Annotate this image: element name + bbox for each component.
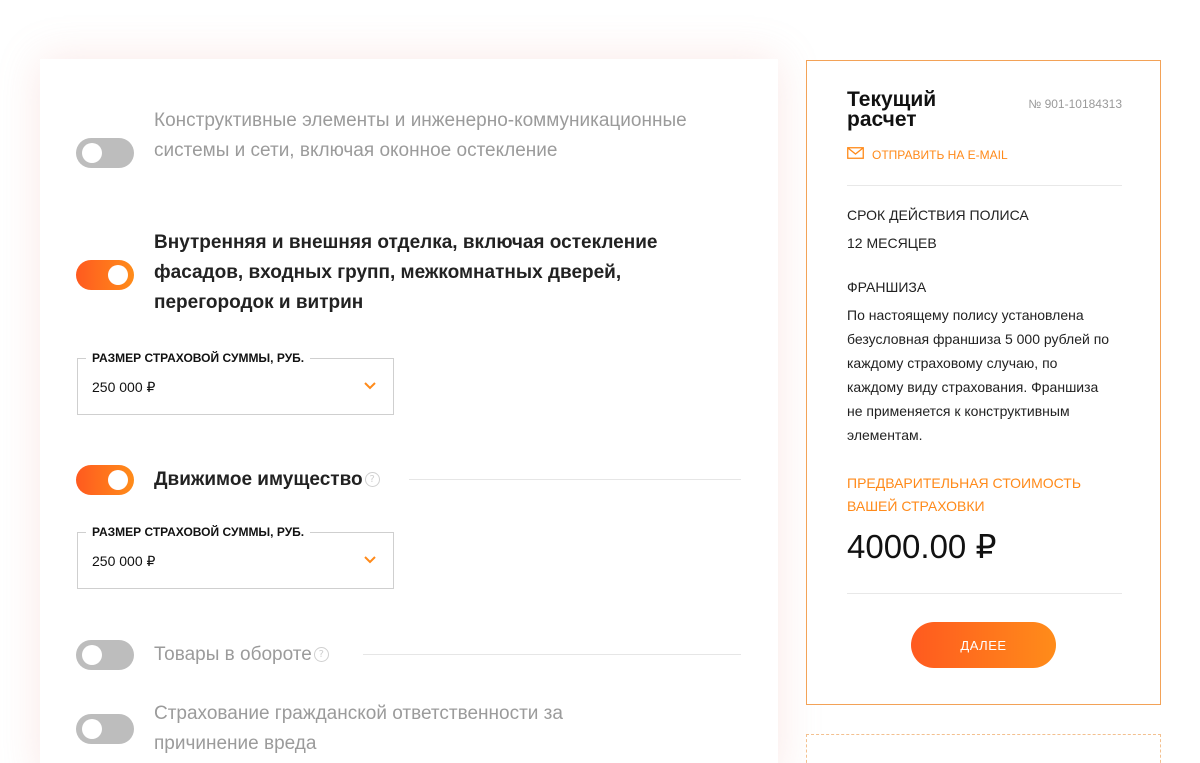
sum-select-legend: РАЗМЕР СТРАХОВОЙ СУММЫ, РУБ.	[86, 351, 311, 365]
toggle-structural-elements[interactable]	[76, 138, 134, 168]
next-button[interactable]: ДАЛЕЕ	[911, 622, 1056, 668]
option-label-finishing: Внутренняя и внешняя отделка, включая ос…	[154, 232, 658, 313]
toggle-knob	[82, 719, 102, 739]
panel-title: Текущий расчет	[847, 88, 937, 131]
chevron-down-icon	[363, 553, 377, 567]
help-icon[interactable]: ?	[313, 647, 329, 663]
chevron-down-icon	[363, 379, 377, 393]
calculation-number: № 901-10184313	[1028, 97, 1122, 111]
toggle-knob	[82, 645, 102, 665]
send-email-label: ОТПРАВИТЬ НА E-MAIL	[872, 147, 1008, 162]
toggle-movable-property[interactable]	[76, 465, 134, 495]
toggle-goods-in-turnover[interactable]	[76, 640, 134, 670]
send-email-link[interactable]: ОТПРАВИТЬ НА E-MAIL	[847, 147, 1008, 162]
policy-term-value: 12 МЕСЯЦЕВ	[847, 235, 937, 251]
toggle-civil-liability[interactable]	[76, 714, 134, 744]
sum-select-legend: РАЗМЕР СТРАХОВОЙ СУММЫ, РУБ.	[86, 525, 311, 539]
envelope-icon	[847, 147, 864, 162]
option-goods-in-turnover: Товары в обороте?	[154, 640, 329, 670]
franchise-text: По настоящему полису установлена безусло…	[847, 307, 1110, 443]
option-label-movable-property: Движимое имущество	[154, 469, 363, 490]
option-movable-property: Движимое имущество?	[154, 465, 380, 495]
divider	[409, 479, 741, 480]
secondary-panel	[806, 734, 1161, 763]
toggle-knob	[108, 265, 128, 285]
divider	[847, 593, 1122, 594]
sum-select-value: 250 000 ₽	[92, 553, 156, 569]
price-value: 4000.00 ₽	[847, 528, 997, 565]
divider	[363, 654, 741, 655]
coverage-options-card: Конструктивные элементы и инженерно-комм…	[40, 59, 778, 763]
sum-select-finishing[interactable]: РАЗМЕР СТРАХОВОЙ СУММЫ, РУБ. 250 000 ₽	[77, 351, 394, 415]
policy-term-heading: СРОК ДЕЙСТВИЯ ПОЛИСА	[847, 207, 1029, 223]
toggle-finishing[interactable]	[76, 260, 134, 290]
toggle-knob	[82, 143, 102, 163]
sum-select-movable-property[interactable]: РАЗМЕР СТРАХОВОЙ СУММЫ, РУБ. 250 000 ₽	[77, 525, 394, 589]
sum-select-value: 250 000 ₽	[92, 379, 156, 395]
option-label-goods-in-turnover: Товары в обороте	[154, 644, 312, 665]
option-label-structural-elements: Конструктивные элементы и инженерно-комм…	[154, 110, 687, 161]
help-icon[interactable]: ?	[364, 472, 380, 488]
current-calculation-panel: Текущий расчет № 901-10184313 ОТПРАВИТЬ …	[806, 60, 1161, 705]
divider	[847, 185, 1122, 186]
price-heading: ПРЕДВАРИТЕЛЬНАЯ СТОИМОСТЬ ВАШЕЙ СТРАХОВК…	[847, 475, 1082, 514]
option-label-civil-liability: Страхование гражданской ответственности …	[154, 703, 563, 754]
franchise-heading: ФРАНШИЗА	[847, 279, 927, 295]
toggle-knob	[108, 470, 128, 490]
